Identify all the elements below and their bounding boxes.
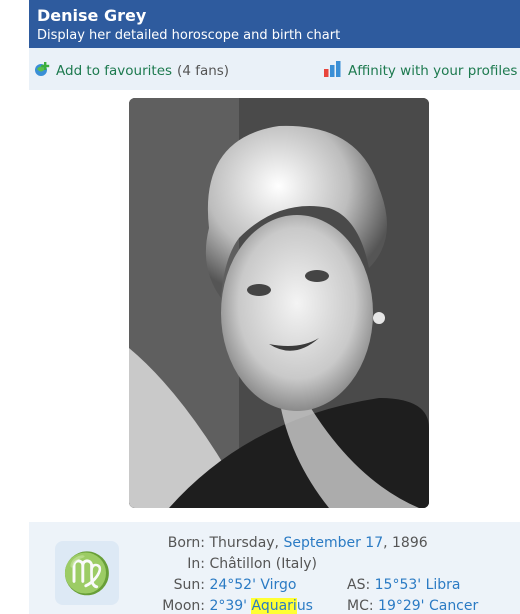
actions-bar: Add to favourites (4 fans) Affinity with… xyxy=(29,48,520,90)
moon-degree: 2°39' xyxy=(209,598,248,614)
midheaven-row: MC: 19°29' Cancer xyxy=(347,598,478,614)
portrait-image xyxy=(129,98,429,508)
virgo-sign-icon[interactable]: ♍ xyxy=(55,541,119,605)
horoscope-link[interactable]: Display her detailed horoscope and birth… xyxy=(37,27,520,45)
moon-label: Moon: xyxy=(162,598,205,614)
midheaven-link[interactable]: 19°29' Cancer xyxy=(378,598,478,614)
birthplace-row: In: Châtillon (Italy) xyxy=(149,556,317,572)
born-day: Thursday, xyxy=(209,535,280,551)
profile-photo[interactable] xyxy=(129,98,429,508)
sun-label: Sun: xyxy=(173,577,205,593)
affinity-label: Affinity with your profiles xyxy=(348,63,518,79)
add-to-favourites-button[interactable]: Add to favourites (4 fans) xyxy=(33,60,229,82)
affinity-button[interactable]: Affinity with your profiles xyxy=(323,60,517,82)
moon-row: Moon: 2°39' Aquarius xyxy=(149,598,313,614)
sun-row: Sun: 24°52' Virgo xyxy=(149,577,297,593)
moon-sign-highlight: Aquari xyxy=(251,598,297,614)
born-label: Born: xyxy=(167,535,205,551)
fans-count: (4 fans) xyxy=(177,63,230,79)
profile-header: Denise Grey Display her detailed horosco… xyxy=(29,0,520,48)
favourites-icon xyxy=(33,60,51,82)
birthplace-value: Châtillon (Italy) xyxy=(209,556,318,572)
moon-position-link[interactable]: 2°39' Aquarius xyxy=(209,598,313,614)
mc-label: MC: xyxy=(347,598,374,614)
as-label: AS: xyxy=(347,577,371,593)
favourites-label: Add to favourites xyxy=(56,63,173,79)
birth-info-panel: ♍ Born: Thursday, September 17, 1896 In:… xyxy=(29,522,520,614)
born-year: , 1896 xyxy=(383,535,428,551)
born-date-link[interactable]: September 17 xyxy=(283,535,383,551)
moon-sign-rest: us xyxy=(296,598,313,614)
bar-chart-icon xyxy=(323,60,343,82)
sun-position-link[interactable]: 24°52' Virgo xyxy=(209,577,296,593)
born-row: Born: Thursday, September 17, 1896 xyxy=(149,535,428,551)
profile-name[interactable]: Denise Grey xyxy=(37,6,520,26)
ascendant-link[interactable]: 15°53' Libra xyxy=(375,577,461,593)
ascendant-row: AS: 15°53' Libra xyxy=(347,577,460,593)
in-label: In: xyxy=(187,556,205,572)
